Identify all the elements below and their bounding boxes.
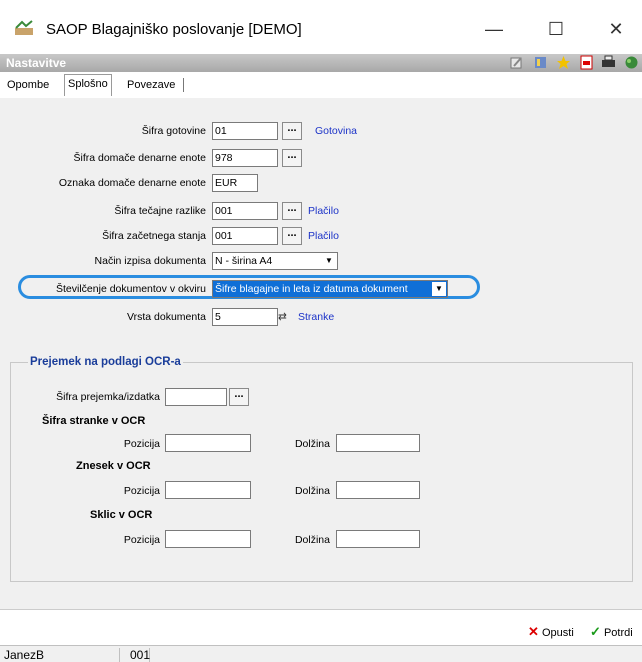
tab-separator [183, 78, 184, 92]
sifra-domace-label: Šifra domače denarne enote [73, 152, 206, 164]
checkmark-icon: ✓ [590, 624, 601, 639]
sifra-gotovine-input[interactable]: 01 [212, 122, 278, 140]
sifra-zacetnega-link[interactable]: Plačilo [308, 230, 339, 242]
stranka-pozicija-label: Pozicija [123, 438, 160, 450]
sifra-zacetnega-input[interactable]: 001 [212, 227, 278, 245]
sifra-gotovine-lookup-button[interactable]: ... [282, 122, 302, 140]
ocr-group-title: Prejemek na podlagi OCR-a [28, 356, 183, 368]
oznaka-domace-label: Oznaka domače denarne enote [58, 177, 206, 189]
vrsta-link[interactable]: Stranke [298, 311, 334, 323]
stranka-dolzina-input[interactable] [336, 434, 420, 452]
tab-povezave[interactable]: Povezave [124, 76, 178, 94]
action-bar: ✕ Opusti ✓ Potrdi [0, 609, 642, 646]
pdf-icon[interactable] [579, 55, 594, 70]
favorite-star-icon[interactable] [556, 55, 571, 70]
minimize-button[interactable]: — [474, 14, 514, 44]
sklic-ocr-heading: Sklic v OCR [90, 509, 153, 521]
confirm-button[interactable]: ✓ Potrdi [590, 624, 633, 640]
close-x-icon: ✕ [528, 624, 539, 639]
chevron-down-icon[interactable]: ▼ [322, 254, 336, 268]
maximize-button[interactable]: ☐ [536, 14, 576, 44]
sifra-tecajne-label: Šifra tečajne razlike [114, 205, 206, 217]
znesek-pozicija-input[interactable] [165, 481, 251, 499]
znesek-pozicija-label: Pozicija [123, 485, 160, 497]
sifra-prejemka-lookup-button[interactable]: ... [229, 388, 249, 406]
window-title: SAOP Blagajniško poslovanje [DEMO] [46, 21, 302, 38]
sifra-gotovine-label: Šifra gotovine [141, 125, 206, 137]
znesek-dolzina-label: Dolžina [294, 485, 330, 497]
stevilcenje-value: Šifre blagajne in leta iz datuma dokumen… [215, 283, 408, 295]
filter-icon[interactable] [533, 55, 548, 70]
sifra-domace-lookup-button[interactable]: ... [282, 149, 302, 167]
sklic-dolzina-label: Dolžina [294, 534, 330, 546]
sifra-tecajne-lookup-button[interactable]: ... [282, 202, 302, 220]
window-titlebar: SAOP Blagajniško poslovanje [DEMO] — ☐ ✕ [0, 0, 642, 54]
nacin-izpisa-value: N - širina A4 [215, 255, 273, 267]
close-button[interactable]: ✕ [596, 14, 636, 44]
vrsta-label: Vrsta dokumenta [127, 311, 206, 323]
sklic-pozicija-label: Pozicija [123, 534, 160, 546]
status-code: 001 [126, 648, 150, 662]
oznaka-domace-input[interactable]: EUR [212, 174, 258, 192]
confirm-label: Potrdi [603, 627, 633, 639]
tab-opombe[interactable]: Opombe [4, 76, 52, 94]
stranka-dolzina-label: Dolžina [294, 438, 330, 450]
sifra-prejemka-input[interactable] [165, 388, 227, 406]
znesek-dolzina-input[interactable] [336, 481, 420, 499]
stevilcenje-label: Številčenje dokumentov v okviru [56, 283, 206, 295]
chevron-down-icon[interactable]: ▼ [432, 282, 446, 296]
sifra-zacetnega-lookup-button[interactable]: ... [282, 227, 302, 245]
stevilcenje-dropdown[interactable]: Šifre blagajne in leta iz datuma dokumen… [212, 280, 448, 298]
settings-title: Nastavitve [6, 56, 67, 70]
sifra-tecajne-link[interactable]: Plačilo [308, 205, 339, 217]
cancel-label: Opusti [541, 627, 574, 639]
edit-icon[interactable] [509, 55, 524, 70]
nacin-izpisa-dropdown[interactable]: N - širina A4 ▼ [212, 252, 338, 270]
sklic-dolzina-input[interactable] [336, 530, 420, 548]
sifra-gotovine-link[interactable]: Gotovina [315, 125, 357, 137]
sifra-zacetnega-label: Šifra začetnega stanja [102, 230, 206, 242]
status-user: JanezB [0, 648, 120, 662]
status-bar: JanezB 001 [0, 645, 642, 662]
nacin-izpisa-label: Način izpisa dokumenta [94, 255, 206, 267]
stranka-ocr-heading: Šifra stranke v OCR [42, 415, 146, 427]
app-logo-icon [15, 20, 33, 35]
vrsta-input[interactable]: 5 [212, 308, 278, 326]
sifra-domace-input[interactable]: 978 [212, 149, 278, 167]
swap-icon[interactable]: ⇄ [278, 311, 287, 323]
tab-strip: Opombe Splošno Povezave [0, 72, 642, 99]
znesek-ocr-heading: Znesek v OCR [76, 460, 151, 472]
settings-header: Nastavitve [0, 54, 642, 72]
stranka-pozicija-input[interactable] [165, 434, 251, 452]
sifra-tecajne-input[interactable]: 001 [212, 202, 278, 220]
print-icon[interactable] [601, 55, 616, 70]
tab-splosno[interactable]: Splošno [64, 74, 112, 96]
sklic-pozicija-input[interactable] [165, 530, 251, 548]
globe-icon[interactable] [624, 55, 639, 70]
sifra-prejemka-label: Šifra prejemka/izdatka [56, 391, 160, 403]
cancel-button[interactable]: ✕ Opusti [528, 624, 574, 640]
